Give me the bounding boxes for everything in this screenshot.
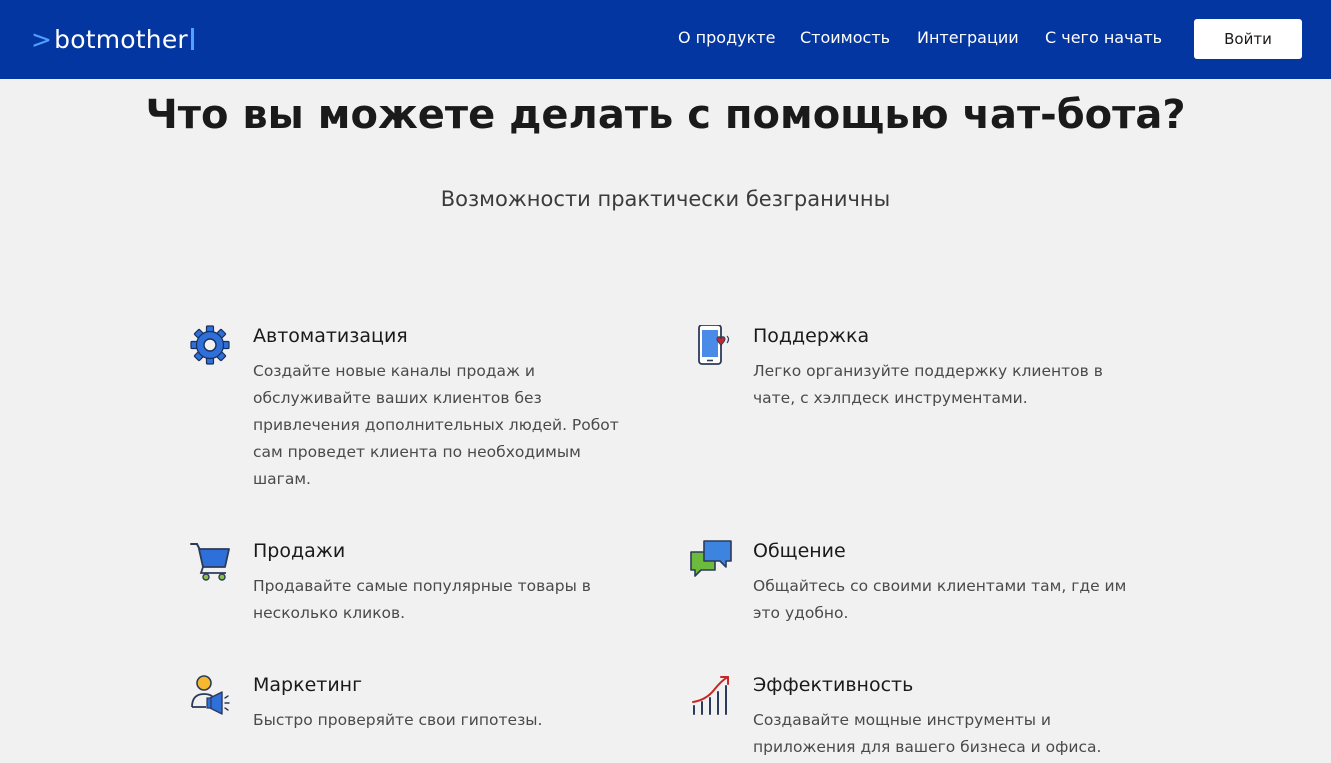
- nav-about-product[interactable]: О продукте: [678, 28, 775, 47]
- feature-description: Создавайте мощные инструменты и приложен…: [753, 711, 1102, 756]
- gear-icon: [190, 325, 230, 365]
- feature-efficiency: Эффективность Создавайте мощные инструме…: [690, 674, 1160, 763]
- feature-sales: Продажи Продавайте самые популярные това…: [190, 540, 650, 630]
- growth-chart-icon: [692, 676, 729, 715]
- feature-title: Поддержка: [753, 325, 870, 347]
- feature-description: Создайте новые каналы продаж и обслужива…: [253, 362, 619, 488]
- feature-description: Быстро проверяйте свои гипотезы.: [253, 711, 543, 729]
- logo-text: botmother: [54, 24, 188, 54]
- logo-cursor-icon: [190, 28, 194, 50]
- feature-communication: Общение Общайтесь со своими клиентами та…: [690, 540, 1160, 630]
- nav-getting-started[interactable]: С чего начать: [1045, 28, 1162, 47]
- feature-title: Общение: [753, 540, 846, 562]
- login-button[interactable]: Войти: [1194, 19, 1302, 59]
- feature-description: Легко организуйте поддержку клиентов в ч…: [753, 362, 1103, 407]
- feature-title: Маркетинг: [253, 674, 363, 696]
- nav-pricing[interactable]: Стоимость: [800, 28, 890, 47]
- nav-integrations[interactable]: Интеграции: [917, 28, 1019, 47]
- feature-title: Эффективность: [753, 674, 914, 696]
- page-title: Что вы можете делать с помощью чат-бота?: [145, 92, 1186, 138]
- phone-heart-icon: [698, 325, 730, 365]
- feature-automation: Автоматизация Создайте новые каналы прод…: [190, 325, 650, 495]
- feature-title: Продажи: [253, 540, 346, 562]
- feature-support: Поддержка Легко организуйте поддержку кл…: [690, 325, 1160, 415]
- megaphone-person-icon: [191, 675, 230, 715]
- feature-description: Общайтесь со своими клиентами там, где и…: [753, 577, 1127, 622]
- botmother-logo[interactable]: > botmother: [31, 22, 194, 56]
- page-subtitle: Возможности практически безграничны: [440, 187, 891, 211]
- feature-marketing: Маркетинг Быстро проверяйте свои гипотез…: [190, 674, 650, 734]
- site-header: > botmother О продукте Стоимость Интегра…: [0, 0, 1331, 79]
- chat-bubbles-icon: [690, 540, 732, 577]
- feature-title: Автоматизация: [253, 325, 408, 347]
- logo-chevron: >: [31, 24, 53, 54]
- shopping-cart-icon: [190, 543, 230, 581]
- feature-description: Продавайте самые популярные товары в нес…: [253, 577, 591, 622]
